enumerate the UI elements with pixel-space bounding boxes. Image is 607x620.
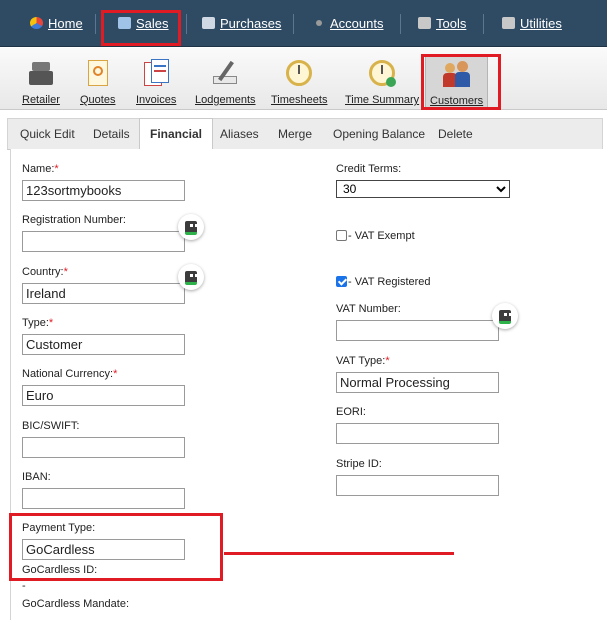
menu-purchases[interactable]: Purchases (202, 10, 281, 36)
registration-number-field[interactable] (22, 231, 185, 252)
credit-terms-label: Credit Terms: (336, 163, 402, 175)
cash-register-icon (26, 58, 56, 88)
registration-number-label: Registration Number: (22, 214, 126, 226)
invoice-document-icon (141, 58, 171, 88)
vat-registered-label: - VAT Registered (348, 276, 431, 288)
vat-exempt-checkbox[interactable] (336, 230, 347, 241)
menu-accounts[interactable]: Accounts (316, 10, 383, 36)
utilities-icon (502, 17, 515, 29)
vat-number-field[interactable] (336, 320, 499, 341)
name-label: Name:* (22, 163, 59, 175)
tools-icon (418, 17, 431, 29)
menu-divider (400, 14, 401, 34)
customer-tabs: Quick Edit Details Financial Aliases Mer… (7, 118, 603, 151)
menu-divider (186, 14, 187, 34)
stripe-id-label: Stripe ID: (336, 458, 382, 470)
sales-highlight-box (101, 10, 181, 46)
vat-type-field[interactable]: Normal Processing (336, 372, 499, 393)
menu-home[interactable]: Home (30, 10, 83, 36)
lodgement-pen-icon (210, 58, 240, 88)
vat-registered-checkbox[interactable] (336, 276, 347, 287)
gocardless-id-value: - (22, 580, 26, 592)
robot-icon[interactable] (492, 303, 518, 329)
menu-divider (483, 14, 484, 34)
menu-tools[interactable]: Tools (418, 10, 466, 36)
toolbar-timesheets[interactable]: Timesheets (271, 58, 327, 106)
main-menu-bar: Home Sales Purchases Accounts Tools Util… (0, 0, 607, 47)
payment-type-highlight-box (9, 513, 223, 581)
iban-field[interactable] (22, 488, 185, 509)
home-icon (30, 17, 43, 29)
clock-summary-icon (367, 58, 397, 88)
bic-swift-field[interactable] (22, 437, 185, 458)
credit-terms-select[interactable]: 30 (336, 180, 510, 198)
tab-aliases[interactable]: Aliases (220, 119, 259, 150)
robot-icon[interactable] (178, 264, 204, 290)
annotation-line (224, 552, 454, 555)
tab-details[interactable]: Details (93, 119, 130, 150)
type-field[interactable]: Customer (22, 334, 185, 355)
tab-quick-edit[interactable]: Quick Edit (20, 119, 75, 150)
toolbar-retailer[interactable]: Retailer (22, 58, 60, 106)
sales-toolbar: Retailer Quotes Invoices Lodgements Time… (0, 48, 607, 110)
bic-swift-label: BIC/SWIFT: (22, 420, 80, 432)
menu-utilities[interactable]: Utilities (502, 10, 562, 36)
menu-divider (95, 14, 96, 34)
national-currency-field[interactable]: Euro (22, 385, 185, 406)
robot-icon[interactable] (178, 214, 204, 240)
tab-opening-balance[interactable]: Opening Balance (333, 119, 425, 150)
vat-exempt-label: - VAT Exempt (348, 230, 415, 242)
accounts-icon (316, 20, 322, 26)
name-field[interactable]: 123sortmybooks (22, 180, 185, 201)
eori-label: EORI: (336, 406, 366, 418)
toolbar-lodgements[interactable]: Lodgements (195, 58, 256, 106)
toolbar-time-summary[interactable]: Time Summary (345, 58, 419, 106)
country-field[interactable]: Ireland (22, 283, 185, 304)
menu-divider (293, 14, 294, 34)
tab-delete[interactable]: Delete (438, 119, 473, 150)
type-label: Type:* (22, 317, 54, 329)
vat-type-label: VAT Type:* (336, 355, 390, 367)
eori-field[interactable] (336, 423, 499, 444)
stripe-id-field[interactable] (336, 475, 499, 496)
clock-icon (284, 58, 314, 88)
toolbar-quotes[interactable]: Quotes (80, 58, 115, 106)
gocardless-mandate-label: GoCardless Mandate: (22, 598, 129, 610)
tab-merge[interactable]: Merge (278, 119, 312, 150)
customers-highlight-box (421, 54, 501, 110)
country-label: Country:* (22, 266, 68, 278)
iban-label: IBAN: (22, 471, 51, 483)
purchases-icon (202, 17, 215, 29)
national-currency-label: National Currency:* (22, 368, 118, 380)
vat-number-label: VAT Number: (336, 303, 401, 315)
tab-financial[interactable]: Financial (139, 118, 214, 151)
toolbar-invoices[interactable]: Invoices (136, 58, 176, 106)
quote-document-icon (83, 58, 113, 88)
